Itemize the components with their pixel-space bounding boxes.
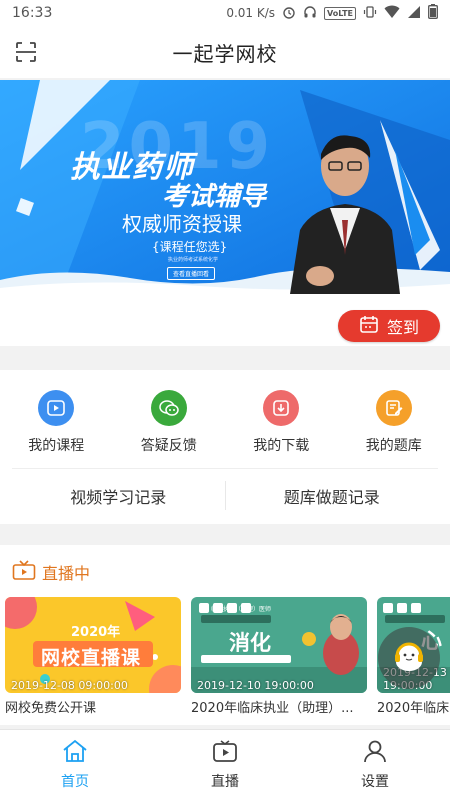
scan-icon[interactable] xyxy=(14,40,38,64)
video-study-records-button[interactable]: 视频学习记录 xyxy=(12,469,225,522)
volte-badge: VoLTE xyxy=(324,6,356,20)
live-card-date: 2019-12-08 09:00:00 xyxy=(11,679,128,692)
page-title: 一起学网校 xyxy=(172,41,278,66)
my-question-bank-button[interactable]: 我的题库 xyxy=(338,370,450,468)
live-card-thumb-year: 2020年 xyxy=(71,625,121,640)
battery-icon xyxy=(428,4,438,22)
checkin-button[interactable]: 签到 xyxy=(338,310,440,342)
live-card[interactable]: 临床执业（助理）医师 消化 2019-12-10 19:00:00 2020年临… xyxy=(191,597,367,716)
tv-live-icon xyxy=(12,559,36,585)
alarm-icon xyxy=(282,5,296,22)
live-card-date: 2019-12-10 19:00:00 xyxy=(197,679,314,692)
banner-small-text: 执业药师考试系统化学 xyxy=(168,257,219,263)
live-card-thumbnail: 2020年 网校直播课 2019-12-08 09:00:00 xyxy=(5,597,181,693)
headset-icon xyxy=(389,636,429,680)
headphones-icon xyxy=(303,5,317,22)
live-section-title: 直播中 xyxy=(42,564,91,583)
qa-feedback-button[interactable]: 答疑反馈 xyxy=(113,370,226,468)
my-downloads-button[interactable]: 我的下载 xyxy=(225,370,338,468)
live-card-thumbnail: 临床执业（助理）医师 消化 2019-12-10 19:00:00 xyxy=(191,597,367,693)
live-card-name: 网校免费公开课 xyxy=(5,701,97,716)
app-header: 一起学网校 xyxy=(0,26,450,78)
tab-home-label: 首页 xyxy=(61,774,89,790)
my-courses-label: 我的课程 xyxy=(28,438,85,454)
wifi-icon xyxy=(384,5,400,22)
checkin-row: 签到 xyxy=(0,294,450,346)
customer-service-button[interactable] xyxy=(378,627,440,689)
live-card[interactable]: 2020年 网校直播课 2019-12-08 09:00:00 网校免费公开课 xyxy=(5,597,181,716)
vibrate-icon xyxy=(363,5,377,22)
my-question-bank-label: 我的题库 xyxy=(365,438,422,454)
live-card-name: 2020年临床 xyxy=(377,701,450,716)
banner-tagline: {课程任您选} xyxy=(152,240,228,254)
my-downloads-label: 我的下载 xyxy=(253,438,310,454)
quick-menu: 我的课程 答疑反馈 我的下载 我的题库 视频学习记录 题库做题记录 xyxy=(0,370,450,524)
my-courses-button[interactable]: 我的课程 xyxy=(0,370,113,468)
signal-icon xyxy=(407,5,421,22)
bottom-tab-bar: 首页 直播 设置 xyxy=(0,729,450,800)
tv-icon xyxy=(211,739,239,767)
calendar-icon xyxy=(359,314,379,338)
live-card-thumb-title: 消化 xyxy=(229,631,271,655)
status-bar: 16:33 0.01 K/s VoLTE xyxy=(0,0,450,26)
tab-home[interactable]: 首页 xyxy=(0,730,150,800)
promo-banner[interactable]: 2019 执业药师 考试辅导 权威师资授课 {课程任您选} 执业药师考试系统化学… xyxy=(0,80,450,294)
tab-live-label: 直播 xyxy=(211,774,239,790)
live-card-thumb-title: 网校直播课 xyxy=(41,647,142,669)
live-card-thumb-badge: 临床执业（助理）医师 xyxy=(211,606,272,613)
qa-feedback-label: 答疑反馈 xyxy=(140,438,197,454)
live-card-name: 2020年临床执业（助理）... xyxy=(191,701,354,716)
status-time: 16:33 xyxy=(12,5,53,21)
banner-subtitle: 权威师资授课 xyxy=(122,212,242,236)
network-speed: 0.01 K/s xyxy=(226,6,276,20)
banner-cta: 查看直播回看 xyxy=(167,267,216,280)
edit-icon xyxy=(375,390,412,426)
tab-settings-label: 设置 xyxy=(361,774,389,790)
home-icon xyxy=(61,739,89,767)
user-icon xyxy=(361,739,389,767)
live-section: 直播中 2020年 网校直播课 2019-12-08 09:00:00 网校免费… xyxy=(0,545,450,725)
play-icon xyxy=(38,390,75,426)
chat-icon xyxy=(150,390,187,426)
tab-live[interactable]: 直播 xyxy=(150,730,300,800)
quiz-records-button[interactable]: 题库做题记录 xyxy=(226,469,439,522)
live-section-header: 直播中 xyxy=(12,559,90,585)
checkin-label: 签到 xyxy=(386,318,419,337)
tab-settings[interactable]: 设置 xyxy=(300,730,450,800)
download-icon xyxy=(263,390,300,426)
